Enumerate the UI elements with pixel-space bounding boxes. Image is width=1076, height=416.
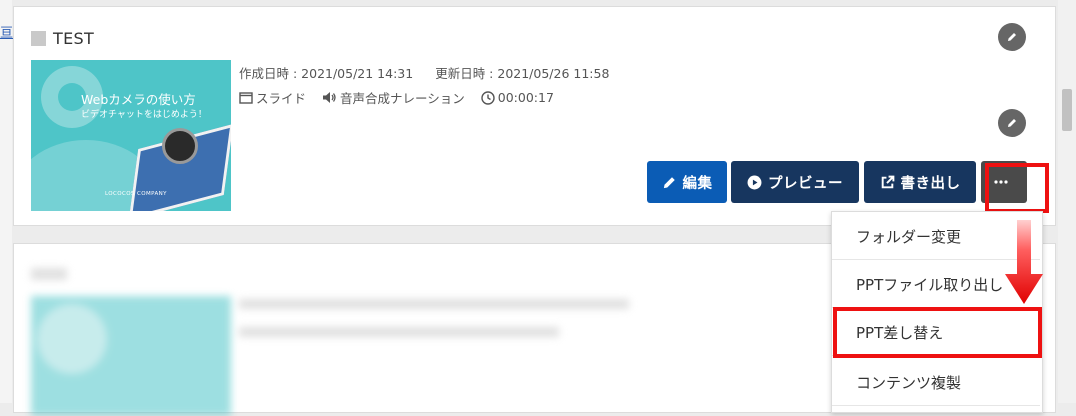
blurred-date-row	[239, 299, 629, 309]
left-panel-link[interactable]: 亘	[0, 22, 13, 41]
clock-icon	[481, 90, 495, 105]
updated-date: 更新日時 : 2021/05/26 11:58	[435, 66, 610, 81]
preview-button-label: プレビュー	[768, 175, 843, 192]
red-down-arrow-icon	[1005, 220, 1043, 304]
export-button[interactable]: 書き出し	[864, 161, 976, 203]
more-button-highlight	[985, 163, 1049, 213]
edit-button[interactable]: 編集	[647, 161, 727, 203]
date-row: 作成日時 : 2021/05/21 14:31 更新日時 : 2021/05/26…	[239, 63, 609, 82]
type-label: スライド	[256, 91, 307, 106]
duration-info: 00:00:17	[481, 90, 554, 105]
export-button-label: 書き出し	[900, 175, 961, 192]
edit-details-pencil-icon[interactable]	[998, 109, 1026, 137]
thumbnail-subheading: ビデオチャットをはじめよう！	[81, 110, 207, 120]
pencil-icon	[1008, 119, 1016, 127]
content-type-square-icon	[31, 31, 46, 46]
narration-info: 音声合成ナレーション	[322, 88, 465, 107]
edit-button-label: 編集	[682, 175, 713, 192]
external-link-icon	[881, 175, 894, 188]
blurred-info-row	[239, 327, 559, 337]
created-date: 作成日時 : 2021/05/21 14:31	[239, 66, 414, 81]
blurred-thumbnail-graphic	[37, 304, 107, 374]
blurred-title	[31, 268, 67, 280]
card-title: TEST	[53, 29, 95, 48]
pencil-icon	[663, 176, 675, 188]
duration-label: 00:00:17	[497, 90, 554, 105]
play-circle-icon	[747, 175, 762, 189]
info-row: スライド 音声合成ナレーション 00:00:17	[239, 88, 570, 107]
menu-item-duplicate-content[interactable]: コンテンツ複製	[832, 360, 1040, 406]
type-info: スライド	[239, 88, 306, 107]
card-title-row: TEST	[31, 29, 94, 48]
content-thumbnail[interactable]: Webカメラの使い方 ビデオチャットをはじめよう！ LOCOCOS COMPAN…	[31, 60, 231, 211]
pencil-icon	[1008, 33, 1016, 41]
slide-icon	[239, 91, 253, 104]
scrollbar-track[interactable]	[1058, 0, 1076, 403]
edit-title-pencil-icon[interactable]	[998, 23, 1026, 51]
preview-button[interactable]: プレビュー	[731, 161, 859, 203]
camera-image	[162, 128, 198, 164]
speaker-icon	[323, 92, 336, 103]
scrollbar-thumb[interactable]	[1062, 89, 1072, 131]
replace-ppt-highlight	[833, 307, 1042, 358]
thumbnail-brand: LOCOCOS COMPANY	[105, 191, 167, 197]
thumbnail-heading: Webカメラの使い方	[81, 92, 196, 107]
narration-label: 音声合成ナレーション	[340, 91, 465, 106]
left-panel-edge	[0, 0, 12, 403]
